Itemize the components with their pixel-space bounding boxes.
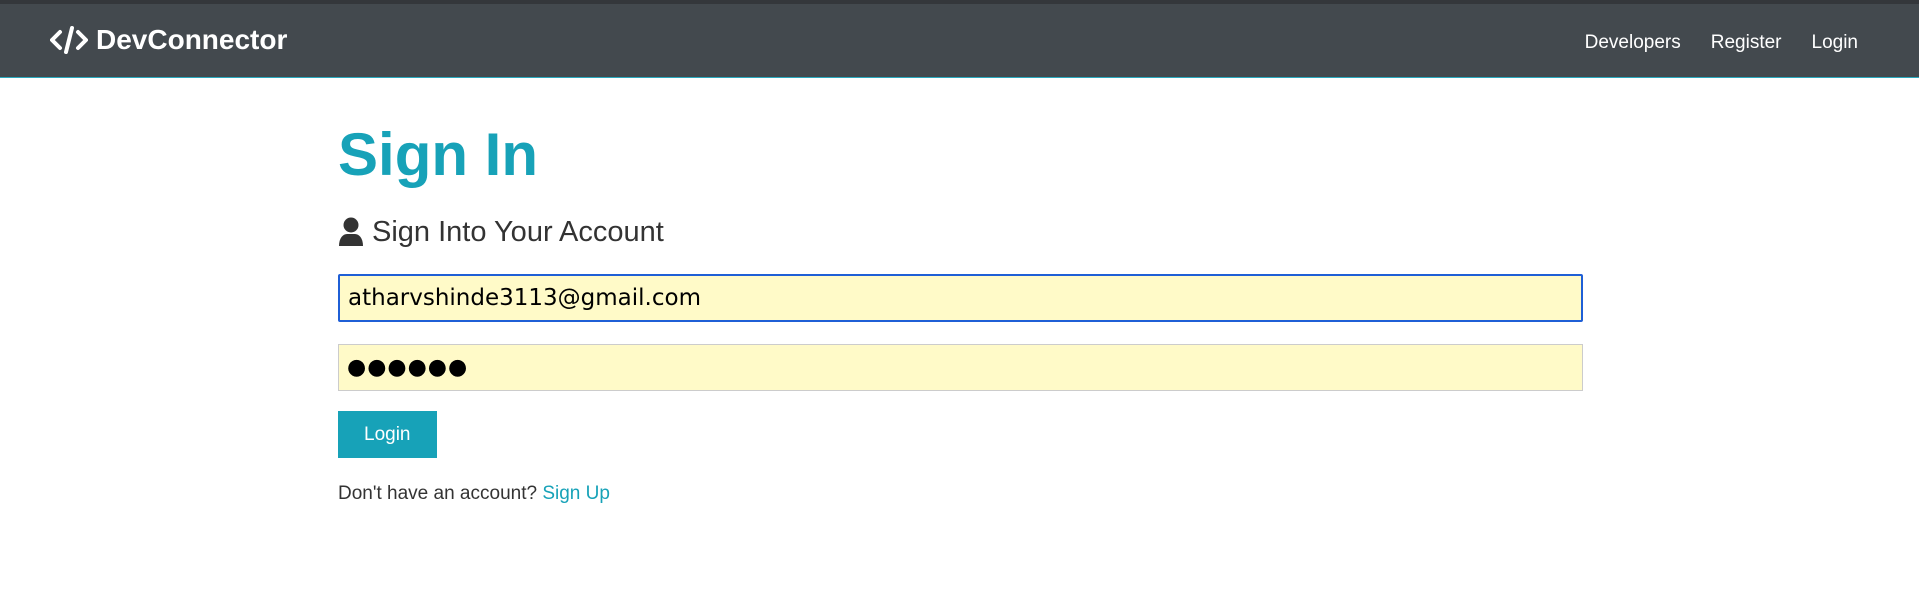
lead-label: Sign Into Your Account: [372, 216, 664, 248]
login-form: Login: [338, 274, 1583, 458]
nav-link-register[interactable]: Register: [1700, 26, 1793, 60]
code-icon: [50, 25, 88, 55]
brand-label: DevConnector: [96, 24, 288, 55]
email-field[interactable]: [338, 274, 1583, 322]
main-container: Sign In Sign Into Your Account Login Don…: [338, 112, 1583, 524]
lead-text: Sign Into Your Account: [338, 214, 1583, 250]
email-group: [338, 274, 1583, 322]
nav-links: Developers Register Login: [1566, 26, 1869, 60]
signup-link[interactable]: Sign Up: [542, 483, 610, 504]
user-icon: [338, 217, 364, 247]
password-field[interactable]: [338, 344, 1583, 391]
signup-prompt: Don't have an account? Sign Up: [338, 483, 1583, 505]
nav-link-developers[interactable]: Developers: [1574, 26, 1692, 60]
navbar: DevConnector Developers Register Login: [0, 0, 1919, 78]
page-title: Sign In: [338, 121, 538, 188]
navbar-inner: DevConnector Developers Register Login: [0, 4, 1919, 77]
password-group: [338, 344, 1583, 391]
brand-link[interactable]: DevConnector: [50, 22, 287, 58]
login-button[interactable]: Login: [338, 411, 437, 458]
signup-prompt-text: Don't have an account?: [338, 483, 538, 504]
nav-link-login[interactable]: Login: [1801, 26, 1870, 60]
